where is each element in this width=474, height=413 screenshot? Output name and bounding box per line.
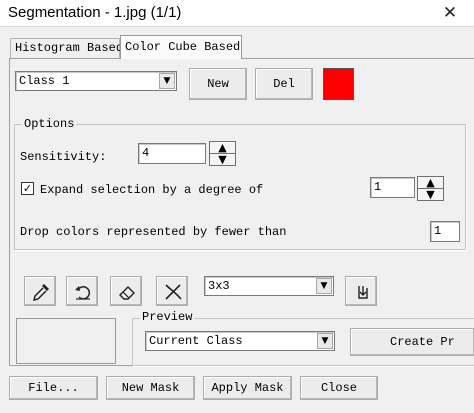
chevron-down-icon: ▼	[317, 333, 333, 349]
expand-selection-label: Expand selection by a degree of	[40, 183, 264, 197]
spinner-up-icon[interactable]: ▲	[210, 142, 235, 154]
preview-mode-value: Current Class	[149, 334, 243, 348]
export-button[interactable]	[345, 276, 377, 306]
create-preview-button[interactable]: Create Pr	[350, 328, 474, 356]
preview-group-label: Preview	[140, 310, 195, 324]
file-button[interactable]: File...	[9, 376, 98, 400]
undo-icon	[75, 286, 91, 300]
class-color-swatch[interactable]	[323, 68, 354, 100]
new-class-button[interactable]: New	[189, 68, 247, 100]
checkmark-icon: ✓	[22, 182, 33, 195]
drop-colors-field[interactable]: 1	[430, 221, 460, 242]
kernel-size-select[interactable]: 3x3 ▼	[204, 276, 334, 296]
delete-class-button[interactable]: Del	[255, 68, 313, 100]
spinner-down-icon[interactable]: ▼	[418, 189, 443, 201]
expand-degree-value: 1	[374, 180, 382, 194]
export-icon	[358, 286, 368, 299]
sensitivity-spinner[interactable]: ▲ ▼	[209, 141, 236, 166]
title-bar: Segmentation - 1.jpg (1/1) ✕	[0, 0, 474, 27]
kernel-size-value: 3x3	[208, 279, 230, 293]
eyedropper-button[interactable]	[24, 276, 56, 306]
close-window-icon[interactable]: ✕	[438, 1, 462, 25]
sensitivity-value: 4	[142, 146, 150, 160]
expand-degree-spinner[interactable]: ▲ ▼	[417, 176, 444, 201]
chevron-down-icon: ▼	[316, 278, 332, 294]
tab-label: Color Cube Based	[125, 40, 241, 54]
eyedropper-icon	[32, 284, 49, 302]
window-title: Segmentation - 1.jpg (1/1)	[8, 4, 182, 21]
sensitivity-field[interactable]: 4	[138, 143, 206, 164]
tab-label: Histogram Based	[15, 41, 124, 55]
class-select-value: Class 1	[19, 74, 70, 88]
preview-mode-select[interactable]: Current Class ▼	[145, 331, 335, 351]
expand-selection-checkbox[interactable]: ✓	[21, 182, 34, 195]
options-group-label: Options	[22, 117, 77, 131]
eraser-button[interactable]	[110, 276, 142, 306]
tab-histogram-based[interactable]: Histogram Based	[10, 38, 124, 58]
close-button[interactable]: Close	[300, 376, 378, 400]
spinner-down-icon[interactable]: ▼	[210, 154, 235, 166]
undo-button[interactable]	[66, 276, 98, 306]
scissors-icon	[165, 284, 182, 300]
apply-mask-button[interactable]: Apply Mask	[203, 376, 292, 400]
expand-degree-field[interactable]: 1	[370, 177, 415, 198]
sensitivity-label: Sensitivity:	[20, 150, 107, 164]
eraser-icon	[119, 286, 135, 300]
drop-colors-label: Drop colors represented by fewer than	[20, 225, 287, 239]
drop-colors-value: 1	[434, 224, 442, 238]
scissors-button[interactable]	[156, 276, 188, 306]
chevron-down-icon: ▼	[159, 73, 175, 89]
class-thumbnail	[16, 318, 116, 364]
tab-color-cube-based[interactable]: Color Cube Based	[120, 35, 242, 59]
class-select[interactable]: Class 1 ▼	[15, 71, 177, 91]
new-mask-button[interactable]: New Mask	[106, 376, 195, 400]
spinner-up-icon[interactable]: ▲	[418, 177, 443, 189]
